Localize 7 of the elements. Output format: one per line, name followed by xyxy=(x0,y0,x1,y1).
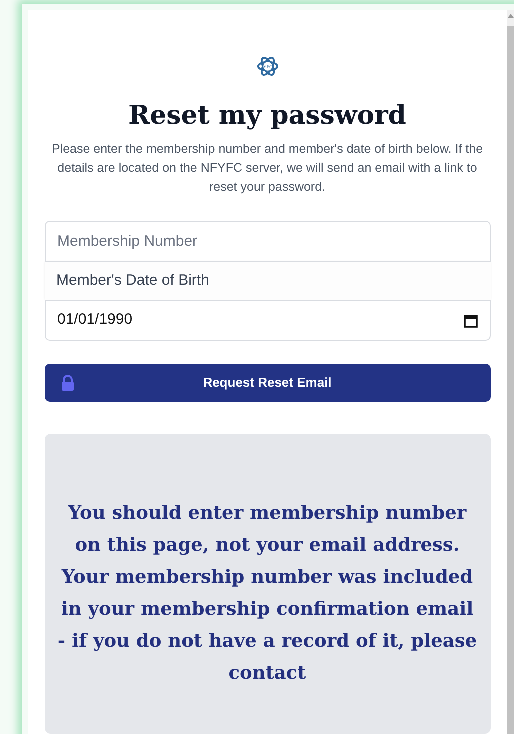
request-reset-email-button[interactable]: Request Reset Email xyxy=(44,364,490,402)
date-of-birth-label: Member's Date of Birth xyxy=(44,262,490,300)
page-title: Reset my password xyxy=(128,100,406,132)
membership-number-field[interactable]: Membership Number xyxy=(44,221,490,262)
intro-text: Please enter the membership number and member's date of birth below. If the details are located on the NFYFC server, we will send an email with a link to reset your password. xyxy=(50,141,484,196)
notice-text: You should enter membership number on this page, not your email address. Your membership number was included in your membership confirmation email - if you do not have a record of it, please contact xyxy=(56,502,478,686)
date-of-birth-field[interactable]: 01/01/1990 xyxy=(44,300,490,341)
